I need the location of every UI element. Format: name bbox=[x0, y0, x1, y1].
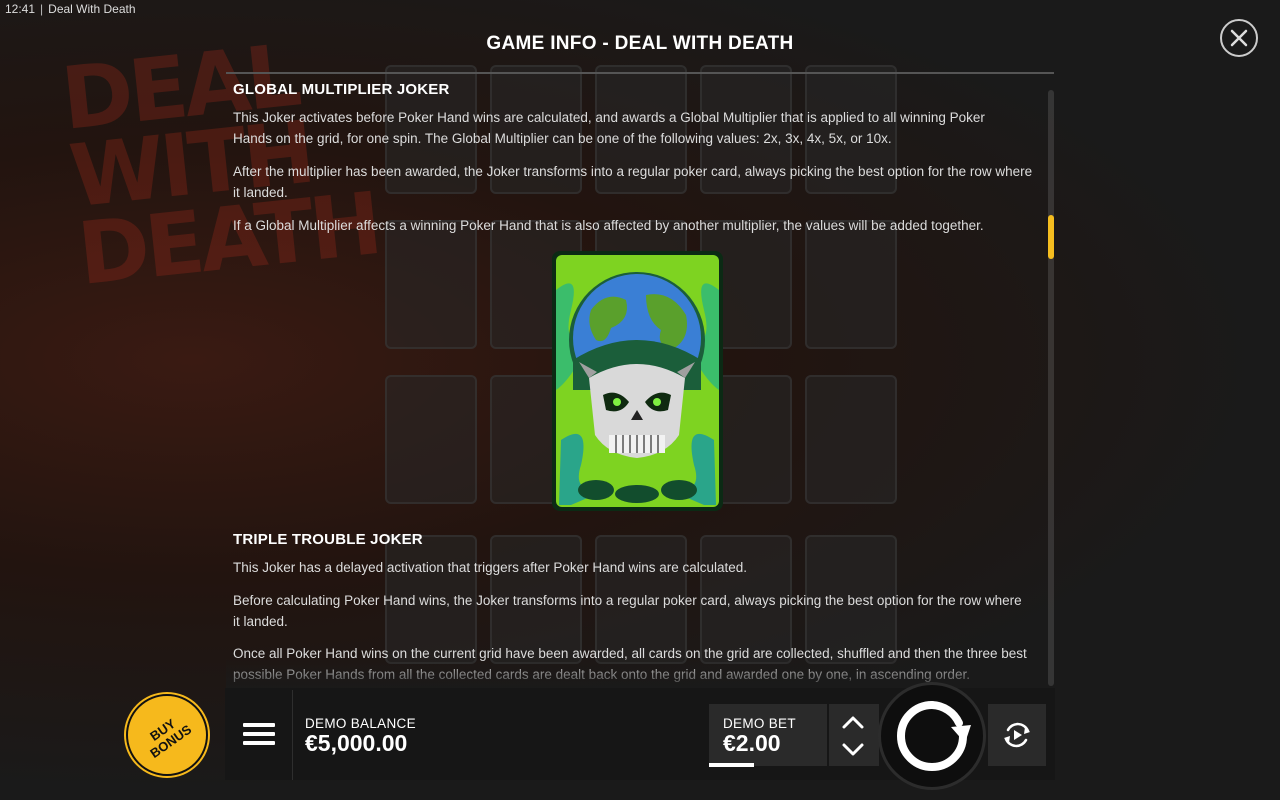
window-title: Deal With Death bbox=[48, 2, 136, 16]
bet-level-indicator bbox=[709, 763, 754, 767]
scrollbar-thumb[interactable] bbox=[1048, 215, 1054, 259]
global-multiplier-joker-card bbox=[552, 251, 723, 511]
autoplay-button[interactable] bbox=[988, 704, 1046, 766]
bet-value: €2.00 bbox=[723, 730, 781, 756]
paragraph-triple-1: This Joker has a delayed activation that… bbox=[233, 560, 748, 575]
paragraph-global-1: This Joker activates before Poker Hand w… bbox=[233, 110, 985, 146]
autoplay-icon bbox=[1004, 722, 1030, 748]
menu-button[interactable] bbox=[226, 690, 293, 780]
buy-bonus-label: BUY BONUS bbox=[147, 715, 195, 761]
bet-increase-button[interactable] bbox=[829, 704, 879, 735]
balance-label: DEMO BALANCE bbox=[305, 716, 416, 731]
scrollbar-track[interactable] bbox=[1048, 90, 1054, 686]
status-bar: 12:41 | Deal With Death bbox=[5, 2, 136, 16]
title-divider bbox=[226, 72, 1054, 74]
paragraph-global-2: After the multiplier has been awarded, t… bbox=[233, 164, 1033, 200]
spin-icon bbox=[897, 701, 971, 771]
dialog-title: GAME INFO - DEAL WITH DEATH bbox=[486, 33, 794, 54]
close-icon bbox=[1230, 29, 1248, 47]
bet-stepper bbox=[829, 704, 879, 766]
bet-decrease-button[interactable] bbox=[829, 735, 879, 766]
clock-time: 12:41 bbox=[5, 2, 36, 16]
paragraph-global-3: If a Global Multiplier affects a winning… bbox=[233, 218, 984, 233]
bet-label: DEMO BET bbox=[723, 716, 796, 731]
buy-bonus-button[interactable]: BUY BONUS bbox=[126, 694, 208, 776]
section-heading-triple-trouble: TRIPLE TROUBLE JOKER bbox=[233, 531, 423, 548]
paragraph-triple-2: Before calculating Poker Hand wins, the … bbox=[233, 593, 1022, 629]
section-heading-global-multiplier: GLOBAL MULTIPLIER JOKER bbox=[233, 81, 450, 98]
balance-value: €5,000.00 bbox=[305, 730, 408, 756]
close-button[interactable] bbox=[1220, 19, 1258, 57]
spin-button[interactable] bbox=[878, 682, 986, 790]
